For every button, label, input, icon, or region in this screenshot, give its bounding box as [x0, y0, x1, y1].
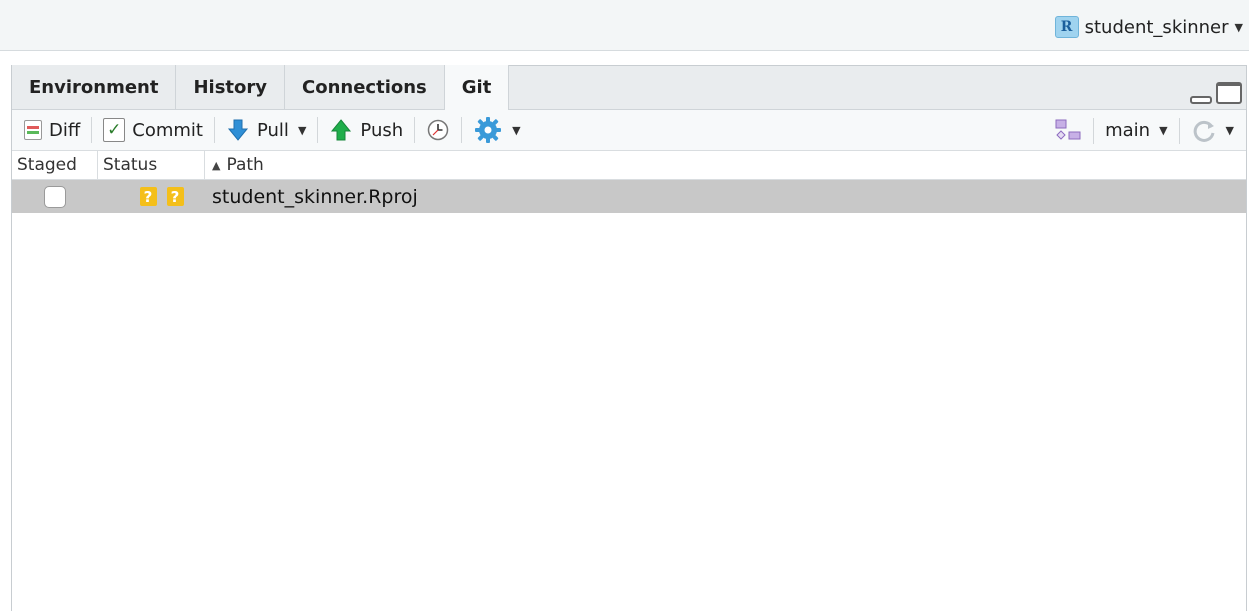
- toolbar-separator: [317, 117, 319, 143]
- branch-selector[interactable]: main ▼: [1099, 116, 1173, 146]
- chevron-down-icon: ▼: [1225, 124, 1234, 137]
- pane-window-controls: [1190, 82, 1242, 104]
- staged-cell: [12, 185, 98, 208]
- pull-dropdown-icon[interactable]: ▼: [298, 124, 306, 137]
- maximize-icon[interactable]: [1216, 82, 1242, 104]
- status-cell: ? ?: [98, 187, 205, 206]
- table-header: Staged Status ▲ Path: [12, 150, 1246, 180]
- staged-checkbox[interactable]: [44, 185, 66, 208]
- project-menu[interactable]: R student_skinner ▼: [1054, 16, 1243, 38]
- pull-arrow-down-icon: [227, 119, 249, 141]
- branch-label: main: [1105, 120, 1151, 141]
- table-row[interactable]: ? ? student_skinner.Rproj: [12, 180, 1246, 213]
- chevron-down-icon: ▼: [1234, 20, 1243, 34]
- diff-button[interactable]: Diff: [18, 115, 86, 145]
- tab-git[interactable]: Git: [444, 65, 510, 110]
- status-badge: ?: [166, 187, 184, 206]
- chevron-down-icon: ▼: [1159, 124, 1168, 137]
- minimize-icon[interactable]: [1190, 96, 1212, 104]
- pull-button[interactable]: Pull ▼: [220, 115, 312, 145]
- column-header-path[interactable]: ▲ Path: [205, 151, 1246, 180]
- tab-history[interactable]: History: [176, 65, 285, 109]
- push-label: Push: [360, 119, 404, 141]
- commit-button[interactable]: ✓ Commit: [97, 115, 209, 145]
- toolbar-separator: [461, 117, 463, 143]
- column-header-path-label: Path: [226, 155, 264, 175]
- branch-graph-button[interactable]: [1048, 116, 1088, 146]
- more-options-button[interactable]: ▼: [467, 115, 526, 145]
- chevron-down-icon: ▼: [512, 123, 521, 137]
- push-arrow-up-icon: [331, 119, 352, 141]
- tab-bar: Environment History Connections Git: [12, 65, 1246, 110]
- project-name: student_skinner: [1084, 16, 1229, 38]
- gear-icon: [475, 117, 502, 143]
- toolbar-separator: [414, 117, 416, 143]
- tab-environment[interactable]: Environment: [12, 65, 177, 109]
- toolbar-separator: [213, 117, 215, 143]
- refresh-icon: [1193, 120, 1215, 142]
- column-header-status[interactable]: Status: [98, 150, 205, 180]
- sort-ascending-icon: ▲: [212, 158, 221, 172]
- column-header-staged[interactable]: Staged: [12, 150, 98, 180]
- toolbar-separator: [1178, 117, 1180, 144]
- toolbar-separator: [1093, 117, 1095, 144]
- diff-label: Diff: [49, 119, 81, 141]
- push-button[interactable]: Push: [323, 115, 409, 145]
- clock-icon: [427, 119, 449, 141]
- project-bar: R student_skinner ▼: [0, 0, 1249, 51]
- history-button[interactable]: [420, 115, 456, 145]
- refresh-button[interactable]: ▼: [1185, 116, 1240, 146]
- pull-label: Pull: [256, 119, 289, 141]
- status-badge: ?: [139, 187, 157, 206]
- git-pane: Environment History Connections Git Diff…: [11, 65, 1247, 611]
- toolbar-separator: [91, 117, 93, 143]
- r-project-icon: R: [1054, 16, 1079, 38]
- commit-label: Commit: [132, 119, 203, 141]
- commit-check-icon: ✓: [103, 118, 126, 142]
- branch-graph-icon: [1055, 119, 1081, 140]
- git-toolbar: Diff ✓ Commit Pull ▼ Push ▼ main ▼ ▼: [12, 110, 1246, 151]
- tab-connections[interactable]: Connections: [285, 65, 445, 109]
- toolbar-right: main ▼ ▼: [1048, 110, 1240, 151]
- file-path: student_skinner.Rproj: [212, 185, 418, 208]
- diff-icon: [24, 120, 42, 140]
